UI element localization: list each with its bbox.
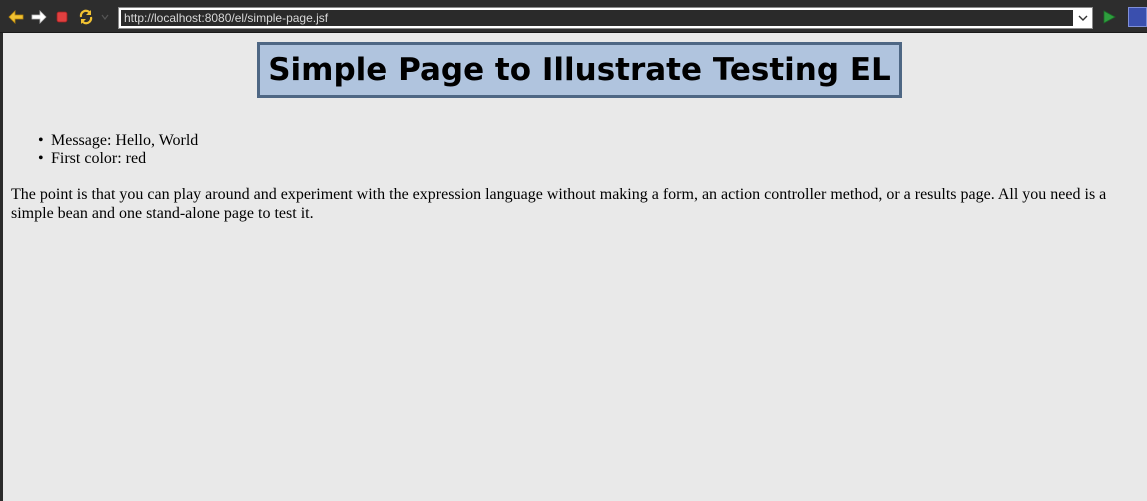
browser-logo-icon[interactable] [1128, 7, 1147, 27]
refresh-icon [79, 9, 93, 25]
url-input[interactable]: http://localhost:8080/el/simple-page.jsf [121, 10, 1073, 26]
go-icon[interactable] [1101, 9, 1117, 25]
back-arrow-icon [8, 10, 24, 24]
page-title: Simple Page to Illustrate Testing EL [268, 52, 891, 88]
title-box: Simple Page to Illustrate Testing EL [257, 42, 902, 98]
list-item: First color: red [38, 150, 198, 168]
url-history-dropdown[interactable] [1075, 9, 1091, 27]
page-content: Simple Page to Illustrate Testing EL Mes… [3, 33, 1147, 501]
refresh-dropdown-icon[interactable] [100, 12, 110, 22]
list-item: Message: Hello, World [38, 132, 198, 150]
address-bar[interactable]: http://localhost:8080/el/simple-page.jsf [118, 7, 1093, 29]
chevron-down-icon [1078, 15, 1088, 21]
explanation-paragraph: The point is that you can play around an… [11, 186, 1107, 222]
browser-toolbar: http://localhost:8080/el/simple-page.jsf [0, 0, 1147, 33]
forward-arrow-icon [31, 10, 47, 24]
stop-icon [56, 11, 68, 23]
stop-button[interactable] [53, 8, 71, 26]
forward-button[interactable] [30, 8, 48, 26]
refresh-button[interactable] [77, 8, 95, 26]
values-list: Message: Hello, World First color: red [38, 132, 198, 168]
back-button[interactable] [7, 8, 25, 26]
